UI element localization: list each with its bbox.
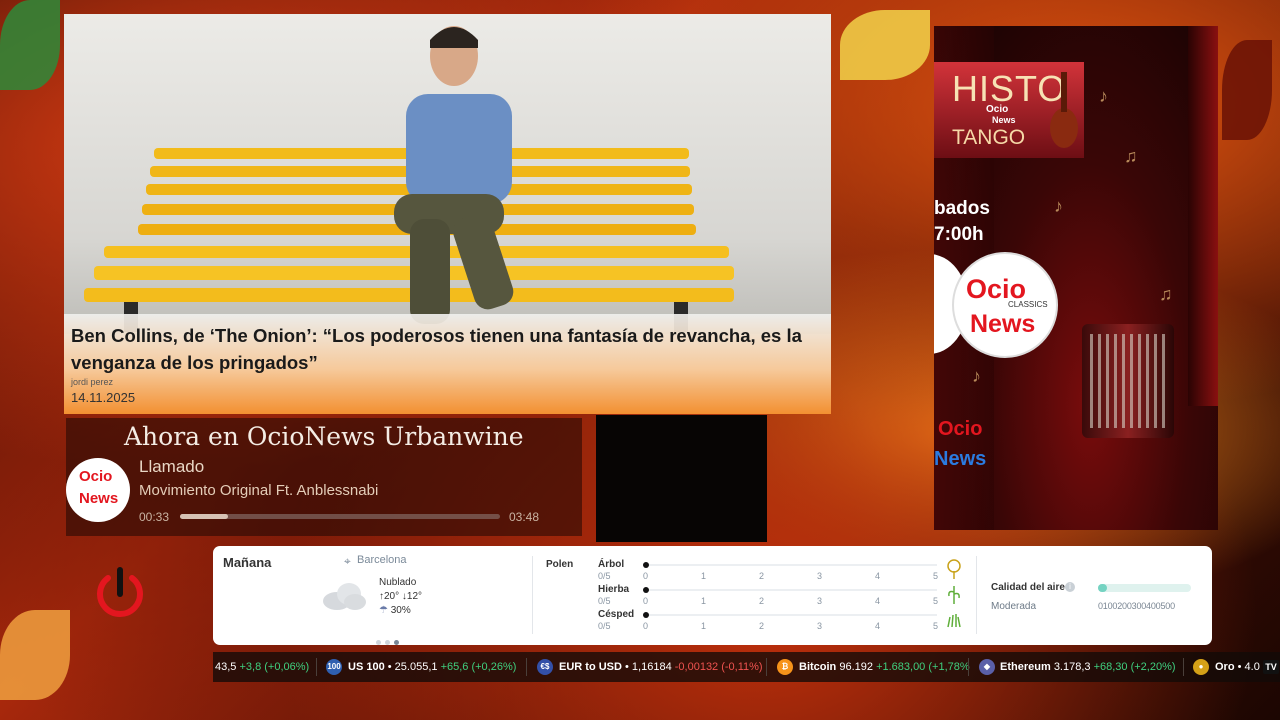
air-quality-value: Moderada [991, 601, 1037, 612]
us100-icon: 100 [326, 659, 342, 675]
temp-high: 20° [384, 591, 400, 602]
news-title[interactable]: Ben Collins, de ‘The Onion’: “Los podero… [71, 322, 823, 376]
histo-brand-news: News [992, 115, 1016, 125]
ocio-classics-logo: Ocio CLASSICS News [952, 252, 1058, 358]
ticker-item[interactable]: 43,5 +3,8 (+0,06%) [215, 661, 309, 673]
pollen-row-cesped: Césped 0/5 012345 [598, 609, 968, 631]
pollen-name: Césped [598, 609, 635, 620]
promo-time: 7:00h [934, 224, 984, 245]
info-icon[interactable]: i [1065, 582, 1075, 592]
rain-value: 30% [390, 605, 411, 616]
grass-pollen-icon [947, 614, 961, 628]
now-playing-widget: Ahora en OcioNews Urbanwine Ocio News Ll… [66, 418, 582, 536]
tradingview-logo[interactable]: TV [1263, 660, 1279, 674]
track-title: Llamado [139, 457, 205, 476]
cloud-icon [323, 583, 366, 610]
ticker-item[interactable]: Oro • 4.0 [1215, 661, 1260, 673]
music-note-icon: ♪ [1054, 196, 1063, 216]
rain-chance: ☂ 30% [379, 605, 411, 616]
logo-word-ocio: Ocio [938, 418, 983, 440]
pollen-row-arbol: Árbol 0/5 012345 [598, 559, 968, 581]
histo-tango-badge: HISTO Ocio News TANGO [934, 62, 1084, 158]
news-caption: Ben Collins, de ‘The Onion’: “Los podero… [64, 314, 831, 414]
accordion-image [1082, 324, 1174, 438]
pollen-name: Árbol [598, 559, 625, 570]
logo-word-news: News [79, 490, 119, 507]
pollen-track [649, 614, 937, 616]
violin-icon [1050, 72, 1078, 148]
leaf [0, 610, 70, 700]
ticker-item[interactable]: Ethereum 3.178,3 +68,30 (+2,20%) [1000, 661, 1176, 673]
temp-low: 12° [406, 591, 423, 602]
video-placeholder[interactable] [596, 415, 767, 542]
bitcoin-icon: ₿ [777, 659, 793, 675]
ticker-item[interactable]: EUR to USD • 1,16184 -0,00132 (-0,11%) [559, 661, 763, 673]
histo-brand-ocio: Ocio [986, 104, 1009, 115]
news-date: 14.11.2025 [71, 390, 136, 405]
divider [976, 556, 977, 634]
forecast-day: Mañana [223, 555, 272, 570]
weather-condition: Nublado [379, 577, 417, 588]
music-note-icon: ♪ [1099, 86, 1108, 106]
news-card[interactable]: Ben Collins, de ‘The Onion’: “Los podero… [64, 14, 831, 414]
air-quality-marker [1098, 584, 1107, 592]
promo-banner[interactable]: HISTO Ocio News TANGO bados 7:00h Ocio C… [934, 26, 1218, 530]
pollen-score: 0/5 [598, 571, 611, 581]
air-quality-label: Calidad del aire [991, 582, 1065, 593]
histo-bottom-text: TANGO [952, 126, 1026, 149]
weather-widget: Mañana ⌖ Barcelona Nublado ↑20° ↓12° ☂ 3… [213, 546, 1212, 645]
air-quality-bar [1098, 584, 1191, 592]
weather-temps: ↑20° ↓12° [379, 591, 422, 602]
leaf [0, 0, 60, 90]
currency-flag-icon: €$ [537, 659, 553, 675]
leaf [840, 10, 930, 80]
carousel-dots[interactable] [376, 632, 403, 650]
music-note-icon: ♫ [1124, 146, 1138, 166]
tree-pollen-icon [947, 559, 961, 579]
logo-word-news: News [934, 448, 987, 470]
gold-icon: ● [1193, 659, 1209, 675]
pollen-track [649, 564, 937, 566]
pollen-track [649, 589, 937, 591]
ticker-item[interactable]: Bitcoin 96.192 +1.683,00 (+1,78% [799, 661, 970, 673]
power-icon[interactable] [94, 566, 146, 620]
air-quality-scale: 0100200300400500 [1098, 601, 1175, 611]
herb-pollen-icon [948, 586, 960, 604]
promo-days: bados [934, 198, 990, 219]
time-duration: 03:48 [509, 510, 540, 524]
pollen-score: 0/5 [598, 621, 611, 631]
pollen-name: Hierba [598, 584, 630, 595]
logo-classics: CLASSICS [1008, 300, 1048, 309]
pollen-row-hierba: Hierba 0/5 012345 [598, 584, 968, 606]
umbrella-icon: ☂ [379, 605, 388, 616]
progress-bar[interactable] [180, 514, 500, 519]
pollen-score: 0/5 [598, 596, 611, 606]
leaf [1222, 40, 1272, 140]
music-note-icon: ♪ [972, 366, 981, 386]
divider [532, 556, 533, 634]
forecast-city[interactable]: Barcelona [357, 554, 407, 566]
logo-word-ocio: Ocio [79, 468, 113, 485]
music-note-icon: ♫ [1159, 284, 1173, 304]
news-photo [64, 14, 831, 334]
ethereum-icon: ◆ [979, 659, 995, 675]
logo-word-news: News [970, 310, 1036, 338]
pollen-label: Polen [546, 559, 574, 570]
time-current: 00:33 [139, 510, 170, 524]
market-ticker[interactable]: 43,5 +3,8 (+0,06%) 100 US 100 • 25.055,1… [213, 652, 1280, 682]
now-playing-heading: Ahora en OcioNews Urbanwine [124, 422, 524, 451]
curtain-right [1188, 26, 1218, 406]
ocio-news-logo: Ocio News [66, 458, 130, 522]
progress-fill [180, 514, 228, 519]
track-artist: Movimiento Original Ft. Anblessnabi [139, 482, 379, 499]
news-author: jordi perez [71, 377, 114, 387]
ticker-item[interactable]: US 100 • 25.055,1 +65,6 (+0,26%) [348, 661, 516, 673]
location-pin-icon: ⌖ [344, 554, 351, 568]
